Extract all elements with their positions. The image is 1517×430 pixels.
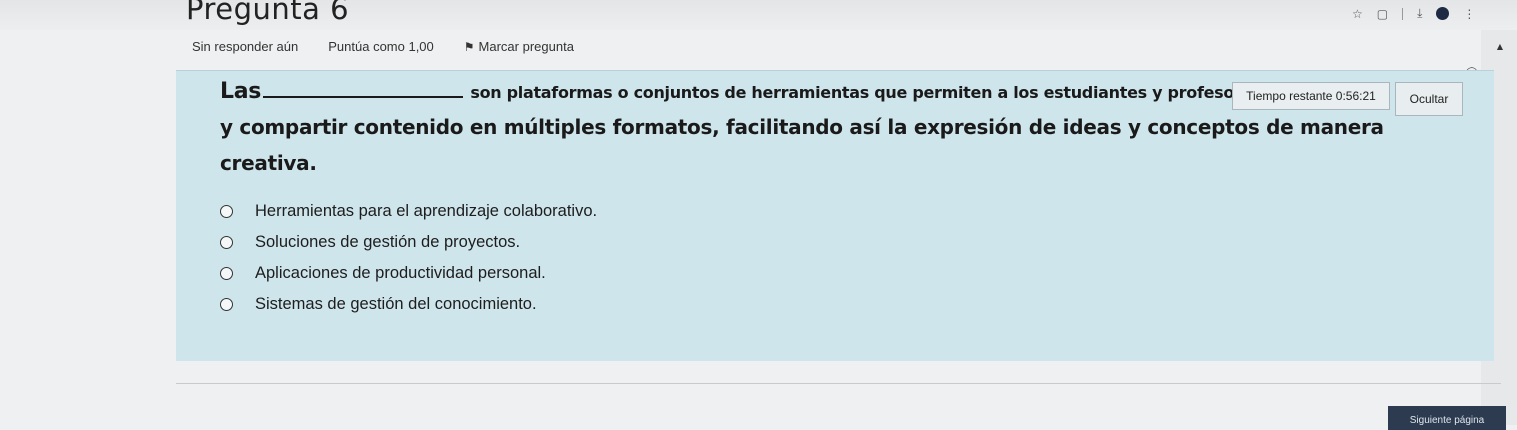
radio-button[interactable] — [220, 205, 233, 218]
answer-option[interactable]: Herramientas para el aprendizaje colabor… — [220, 196, 597, 227]
option-label[interactable]: Aplicaciones de productividad personal. — [255, 264, 546, 283]
option-label[interactable]: Soluciones de gestión de proyectos. — [255, 233, 520, 252]
flag-question-link[interactable]: ⚑ Marcar pregunta — [464, 39, 574, 54]
question-title: Pregunta 6 — [186, 0, 350, 26]
question-meta: Sin responder aún Puntúa como 1,00 ⚑ Marc… — [192, 39, 574, 54]
next-page-button[interactable]: Siguiente página — [1388, 406, 1506, 430]
option-label[interactable]: Herramientas para el aprendizaje colabor… — [255, 202, 597, 221]
flag-label: Marcar pregunta — [478, 39, 574, 54]
answer-option[interactable]: Aplicaciones de productividad personal. — [220, 258, 597, 289]
scroll-up-icon[interactable]: ▲ — [1497, 42, 1503, 51]
extension-icon[interactable]: ▢ — [1377, 7, 1388, 21]
star-icon[interactable]: ☆ — [1352, 7, 1363, 21]
radio-button[interactable] — [220, 298, 233, 311]
browser-actions: ☆ ▢ ⤓ ⋮ — [1352, 6, 1475, 21]
answer-option[interactable]: Sistemas de gestión del conocimiento. — [220, 289, 597, 320]
fill-in-blank — [263, 80, 464, 98]
radio-button[interactable] — [220, 267, 233, 280]
radio-button[interactable] — [220, 236, 233, 249]
profile-avatar[interactable] — [1436, 7, 1450, 20]
hide-timer-button[interactable]: Ocultar — [1395, 82, 1463, 116]
option-label[interactable]: Sistemas de gestión del conocimiento. — [255, 295, 537, 314]
download-icon[interactable]: ⤓ — [1417, 6, 1422, 21]
answer-option[interactable]: Soluciones de gestión de proyectos. — [220, 227, 597, 258]
question-score: Puntúa como 1,00 — [328, 39, 434, 54]
timer-label: Tiempo restante — [1246, 89, 1333, 103]
section-divider — [176, 383, 1501, 384]
answer-options: Herramientas para el aprendizaje colabor… — [220, 196, 597, 320]
time-remaining: Tiempo restante 0:56:21 — [1232, 82, 1390, 110]
question-text-line2: y compartir contenido en múltiples forma… — [220, 115, 1384, 175]
kebab-menu-icon[interactable]: ⋮ — [1463, 7, 1475, 21]
timer-value: 0:56:21 — [1335, 89, 1376, 103]
question-text-lead: Las — [220, 79, 262, 104]
toolbar-divider — [1402, 7, 1404, 20]
flag-icon: ⚑ — [463, 40, 475, 54]
answer-status: Sin responder aún — [192, 39, 299, 54]
